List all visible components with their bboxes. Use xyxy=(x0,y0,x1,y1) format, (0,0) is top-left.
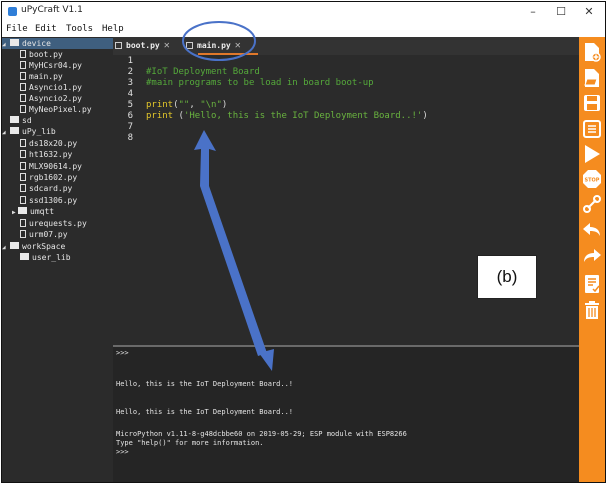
line-number: 8 xyxy=(127,133,133,143)
file-icon xyxy=(20,184,26,192)
tree-item-myneopixel[interactable]: MyNeoPixel.py xyxy=(20,104,92,115)
window-title: uPyCraft V1.1 xyxy=(21,5,83,15)
file-icon xyxy=(20,83,26,91)
code-line-2: #IoT Deployment Board xyxy=(146,67,260,77)
expand-arrow-icon: ◢ xyxy=(2,129,6,136)
new-file-icon[interactable] xyxy=(581,42,603,64)
right-toolbar: STOP xyxy=(579,37,605,482)
tree-item-rgb1602[interactable]: rgb1602.py xyxy=(20,172,77,183)
folder-icon xyxy=(10,127,19,134)
save-icon[interactable] xyxy=(581,94,603,116)
tab-file-icon xyxy=(115,42,122,49)
figure-label-box: (b) xyxy=(477,255,537,299)
tree-item-device[interactable]: ◢ device xyxy=(2,38,113,49)
file-icon xyxy=(20,50,26,58)
maximize-button[interactable]: ☐ xyxy=(547,2,575,22)
file-icon xyxy=(20,139,26,147)
app-window: uPyCraft V1.1 – ☐ ✕ File Edit Tools Help… xyxy=(1,1,606,483)
terminal-line: Hello, this is the IoT Deployment Board.… xyxy=(116,408,294,416)
tree-item-mlx90614[interactable]: MLX90614.py xyxy=(20,161,82,172)
tree-item-main[interactable]: main.py xyxy=(20,71,63,82)
tree-item-ds18x20[interactable]: ds18x20.py xyxy=(20,138,77,149)
line-number: 2 xyxy=(127,67,133,77)
stop-icon[interactable]: STOP xyxy=(581,169,603,191)
code-line-6: print ('Hello, this is the IoT Deploymen… xyxy=(146,111,428,121)
close-button[interactable]: ✕ xyxy=(575,2,603,22)
folder-icon xyxy=(10,116,19,123)
tree-item-umqtt[interactable]: ▶ umqtt xyxy=(12,206,54,217)
line-number: 3 xyxy=(127,78,133,88)
title-bar: uPyCraft V1.1 – ☐ ✕ xyxy=(2,2,605,22)
terminal-line: MicroPython v1.11-8-g48dcbbe60 on 2019-0… xyxy=(116,430,407,438)
file-icon xyxy=(20,150,26,158)
file-icon xyxy=(20,105,26,113)
terminal-line: >>> xyxy=(116,349,129,357)
tree-item-upy-lib[interactable]: ◢ uPy_lib xyxy=(2,126,56,137)
folder-icon xyxy=(20,253,29,260)
tree-item-workspace[interactable]: ◢ workSpace xyxy=(2,241,65,252)
svg-text:STOP: STOP xyxy=(585,178,600,184)
tree-item-user-lib[interactable]: user_lib xyxy=(20,252,71,263)
menu-bar: File Edit Tools Help xyxy=(2,22,605,37)
syntax-check-icon[interactable] xyxy=(581,274,603,296)
file-icon xyxy=(20,61,26,69)
tree-item-boot[interactable]: boot.py xyxy=(20,49,63,60)
line-number: 4 xyxy=(127,89,133,99)
tab-bar: boot.py ✕ main.py ✕ xyxy=(113,37,579,55)
tab-close-icon[interactable]: ✕ xyxy=(164,40,170,51)
line-number: 7 xyxy=(127,122,133,132)
tree-item-sd[interactable]: sd xyxy=(10,115,32,126)
tree-item-asyncio1[interactable]: Asyncio1.py xyxy=(20,82,82,93)
code-editor[interactable]: 1 2 3 4 5 6 7 8 #IoT Deployment Board #m… xyxy=(113,55,579,347)
tree-item-sdcard[interactable]: sdcard.py xyxy=(20,183,72,194)
code-line-5: print("", "\n") xyxy=(146,100,228,110)
tree-item-myhcsr04[interactable]: MyHCsr04.py xyxy=(20,60,82,71)
terminal-output[interactable]: >>> Hello, this is the IoT Deployment Bo… xyxy=(113,347,579,482)
redo-icon[interactable] xyxy=(581,247,603,269)
file-icon xyxy=(20,173,26,181)
folder-icon xyxy=(18,207,27,214)
save-as-icon[interactable] xyxy=(581,120,603,142)
tree-item-asyncio2[interactable]: Asyncio2.py xyxy=(20,93,82,104)
expand-arrow-icon: ◢ xyxy=(2,41,6,48)
tab-file-icon xyxy=(186,42,193,49)
menu-edit[interactable]: Edit xyxy=(35,24,57,34)
menu-help[interactable]: Help xyxy=(102,24,124,34)
terminal-line: Hello, this is the IoT Deployment Board.… xyxy=(116,380,294,388)
menu-tools[interactable]: Tools xyxy=(66,24,93,34)
file-icon xyxy=(20,196,26,204)
terminal-line: >>> xyxy=(116,448,129,456)
file-tree: ◢ device boot.py MyHCsr04.py main.py Asyn… xyxy=(2,37,113,482)
expand-arrow-icon: ◢ xyxy=(2,244,6,251)
line-number: 5 xyxy=(127,100,133,110)
folder-icon xyxy=(10,242,19,249)
folder-icon xyxy=(10,39,19,46)
clear-icon[interactable] xyxy=(581,300,603,322)
app-logo-icon xyxy=(8,7,17,16)
file-icon xyxy=(20,72,26,80)
file-icon xyxy=(20,230,26,238)
download-run-icon[interactable] xyxy=(581,144,603,166)
file-icon xyxy=(20,162,26,170)
tree-item-urequests[interactable]: urequests.py xyxy=(20,218,87,229)
connect-icon[interactable] xyxy=(581,194,603,216)
tab-boot-py[interactable]: boot.py ✕ xyxy=(115,37,170,55)
tree-item-ht1632[interactable]: ht1632.py xyxy=(20,149,72,160)
open-file-icon[interactable] xyxy=(581,68,603,90)
tree-item-ssd1306[interactable]: ssd1306.py xyxy=(20,195,77,206)
menu-file[interactable]: File xyxy=(6,24,28,34)
line-number: 1 xyxy=(127,56,133,66)
minimize-button[interactable]: – xyxy=(519,2,547,22)
line-number: 6 xyxy=(127,111,133,121)
file-icon xyxy=(20,94,26,102)
tree-item-urm07[interactable]: urm07.py xyxy=(20,229,68,240)
tab-close-icon[interactable]: ✕ xyxy=(235,40,241,51)
file-icon xyxy=(20,219,26,227)
undo-icon[interactable] xyxy=(581,221,603,243)
code-line-3: #main programs to be load in board boot-… xyxy=(146,78,374,88)
terminal-line: Type "help()" for more information. xyxy=(116,439,264,447)
